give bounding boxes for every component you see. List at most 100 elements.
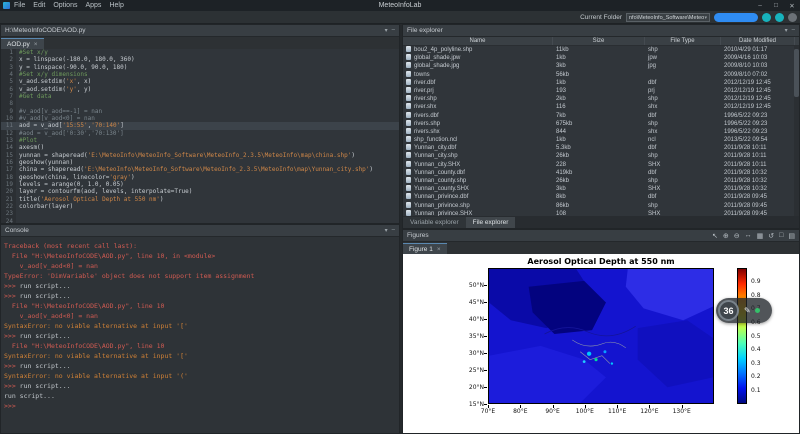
plot-canvas[interactable]: Aerosol Optical Depth at 550 nm 70°E80°E… (403, 254, 799, 433)
scrollbar-track[interactable] (794, 46, 799, 216)
identify-icon[interactable]: □ (779, 232, 783, 240)
tab-file-explorer[interactable]: File explorer (466, 217, 516, 228)
scrollbar-thumb[interactable] (794, 49, 799, 97)
code-line[interactable]: 22colorbar(layer) (1, 203, 399, 210)
table-row[interactable]: bou2_4p_polyline.shp11kbshp2010/4/29 01:… (403, 46, 799, 54)
panel-menu-icon[interactable]: ▾ (385, 27, 388, 34)
close-icon[interactable]: × (34, 41, 38, 48)
column-header-size[interactable]: Size (553, 37, 645, 45)
more-icon[interactable] (788, 13, 797, 22)
annotation-badge[interactable]: 36 ✎ (716, 298, 772, 323)
console-title: Console (5, 227, 29, 234)
column-header-file-type[interactable]: File Type (645, 37, 721, 45)
table-row[interactable]: river.prj193prj2012/12/19 12:45 (403, 87, 799, 95)
y-tick-label: 35°N (457, 333, 484, 340)
code-line[interactable]: 4#Set x/y dimensions (1, 71, 399, 78)
table-row[interactable]: river.shx116shx2012/12/19 12:45 (403, 103, 799, 111)
code-line[interactable]: 23 (1, 210, 399, 217)
save-icon[interactable]: ▤ (788, 232, 795, 240)
column-header-date-modified[interactable]: Date Modified (721, 37, 795, 45)
code-line[interactable]: 2x = linspace(-180.0, 180.0, 360) (1, 56, 399, 63)
panel-minimize-icon[interactable]: – (792, 27, 795, 34)
code-line[interactable]: 10#v_aod[v_aod<0] = nan (1, 115, 399, 122)
console-line: v_aod[v_aod<0] = nan (4, 311, 396, 321)
table-row[interactable]: Yunnan_city.dbf5.3kbdbf2011/9/28 10:11 (403, 144, 799, 152)
zoom-in-icon[interactable]: ⊕ (723, 232, 729, 240)
tab-figure-1[interactable]: Figure 1 × (403, 243, 447, 254)
code-line[interactable]: 14axesm() (1, 144, 399, 151)
full-extent-icon[interactable]: ▦ (757, 232, 764, 240)
rotate-icon[interactable]: ↺ (768, 232, 774, 240)
column-header-name[interactable]: Name (403, 37, 553, 45)
table-row[interactable]: Yunnan_city.SHX228SHX2011/9/28 10:11 (403, 161, 799, 169)
code-line[interactable]: 3y = linspace(-90.0, 90.0, 180) (1, 64, 399, 71)
menu-edit[interactable]: Edit (33, 2, 45, 9)
code-line[interactable]: 12#aod = v_aod['0:30','70:130'] (1, 130, 399, 137)
code-line[interactable]: 11aod = v_aod['15:55','70:140'] (1, 122, 399, 129)
share-status-pill[interactable] (714, 13, 758, 22)
code-line[interactable]: 1#Set x/y (1, 49, 399, 56)
maximize-button[interactable]: □ (768, 2, 784, 10)
table-row[interactable]: rivers.shx844shx1996/5/22 09:23 (403, 128, 799, 136)
close-icon[interactable]: × (437, 246, 441, 253)
table-row[interactable]: Yunnan_county.shp26kbshp2011/9/28 10:32 (403, 177, 799, 185)
mic-icon[interactable] (775, 13, 784, 22)
select-icon[interactable]: ↖ (712, 232, 718, 240)
table-row[interactable]: shp_function.ncl1kbncl2013/5/22 09:54 (403, 136, 799, 144)
table-row[interactable]: towns56kb2009/8/10 07:02 (403, 71, 799, 79)
table-row[interactable]: Yunnan_privince.SHX108SHX2011/9/28 09:45 (403, 210, 799, 216)
table-row[interactable]: Yunnan_city.shp26kbshp2011/9/28 10:11 (403, 152, 799, 160)
pan-icon[interactable]: ↔ (745, 232, 752, 240)
code-line[interactable]: 20layer = contourfm(aod, levels, interpo… (1, 188, 399, 195)
table-row[interactable]: rivers.shp675kbshp1996/5/22 09:23 (403, 120, 799, 128)
code-line[interactable]: 6v_aod.setdim('y', y) (1, 86, 399, 93)
code-line[interactable]: 15yunnan = shaperead('E:\MeteoInfo\Meteo… (1, 152, 399, 159)
file-icon (406, 87, 411, 93)
panel-minimize-icon[interactable]: – (392, 27, 395, 34)
map-plot[interactable] (488, 268, 714, 404)
code-line[interactable]: 13#Plot (1, 137, 399, 144)
tab-variable-explorer[interactable]: Variable explorer (403, 217, 466, 228)
menu-apps[interactable]: Apps (85, 2, 101, 9)
close-button[interactable]: ✕ (784, 2, 800, 10)
table-row[interactable]: Yunnan_county.dbf419kbdbf2011/9/28 10:32 (403, 169, 799, 177)
panel-menu-icon[interactable]: ▾ (785, 27, 788, 34)
code-line[interactable]: 19levels = arange(0, 1.0, 0.05) (1, 181, 399, 188)
table-row[interactable]: rivers.dbf7kbdbf1996/5/22 09:23 (403, 112, 799, 120)
table-row[interactable]: global_shade.jpg3kbjpg2009/8/10 10:03 (403, 62, 799, 70)
menu-options[interactable]: Options (53, 2, 77, 9)
code-line[interactable]: 8 (1, 100, 399, 107)
code-line[interactable]: 18geoshow(china, linecolor='gray') (1, 174, 399, 181)
code-line[interactable]: 17china = shaperead('E:\MeteoInfo\MeteoI… (1, 166, 399, 173)
table-row[interactable]: Yunnan_privince.shp86kbshp2011/9/28 09:4… (403, 202, 799, 210)
table-row[interactable]: river.shp2kbshp2012/12/19 12:45 (403, 95, 799, 103)
table-row[interactable]: Yunnan_privince.dbf8kbdbf2011/9/28 09:45 (403, 193, 799, 201)
code-line[interactable]: 7#Get data (1, 93, 399, 100)
menu-help[interactable]: Help (109, 2, 123, 9)
menu-file[interactable]: File (14, 2, 25, 9)
zoom-out-icon[interactable]: ⊖ (734, 232, 740, 240)
console-panel-icons: ▾– (385, 227, 395, 234)
table-row[interactable]: river.dbf1kbdbf2012/12/19 12:45 (403, 79, 799, 87)
console-output[interactable]: Traceback (most recent call last): File … (1, 237, 399, 433)
code-line[interactable]: 16geoshow(yunnan) (1, 159, 399, 166)
x-tick-label: 110°E (605, 408, 629, 415)
code-line[interactable]: 21title('Aerosol Optical Depth at 550 nm… (1, 196, 399, 203)
panel-menu-icon[interactable]: ▾ (385, 227, 388, 234)
file-explorer-header: File explorer ▾– (403, 25, 799, 37)
console-panel: Console ▾– Traceback (most recent call l… (0, 224, 400, 434)
code-line[interactable]: 9#v_aod[v_aod==-1] = nan (1, 108, 399, 115)
table-row[interactable]: Yunnan_county.SHX3kbSHX2011/9/28 10:32 (403, 185, 799, 193)
annotation-count-badge[interactable]: 36 (718, 300, 739, 321)
code-editor[interactable]: 1#Set x/y2x = linspace(-180.0, 180.0, 36… (1, 49, 399, 223)
tab-aod-py[interactable]: AOD.py × (1, 38, 44, 49)
pencil-icon[interactable]: ✎ (744, 306, 751, 315)
camera-icon[interactable] (762, 13, 771, 22)
panel-minimize-icon[interactable]: – (392, 227, 395, 234)
code-line[interactable]: 5v_aod.setdim('x', x) (1, 78, 399, 85)
code-line[interactable]: 24 (1, 218, 399, 223)
table-row[interactable]: global_shade.jpw1kbjpw2009/4/16 10:03 (403, 54, 799, 62)
menu-items: File Edit Options Apps Help (14, 2, 124, 9)
minimize-button[interactable]: – (752, 2, 768, 10)
current-folder-combobox[interactable]: nfo\MeteoInfo_Software\MeteoInfo... ▾ (626, 13, 710, 22)
